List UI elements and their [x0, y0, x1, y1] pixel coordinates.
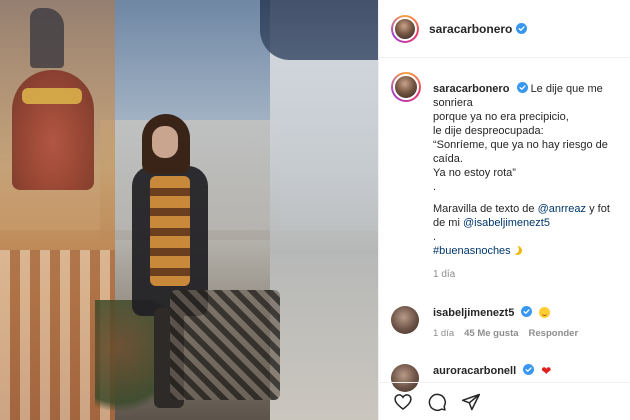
share-icon[interactable] — [461, 392, 481, 412]
caption-username[interactable]: saracarbonero — [433, 83, 509, 95]
comment-likes[interactable]: 45 Me gusta — [464, 328, 518, 339]
caption-line: Ya no estoy rota” — [433, 167, 516, 179]
caption-avatar[interactable] — [391, 72, 421, 102]
post-actions — [379, 382, 630, 420]
comment-meta: 1 día 45 Me gusta Responder — [433, 328, 627, 339]
comment-timestamp[interactable]: 1 día — [433, 328, 454, 339]
caption-line: . — [433, 181, 437, 193]
caption-timestamp[interactable]: 1 día — [433, 268, 627, 282]
verified-badge-icon — [521, 306, 533, 317]
red-heart-emoji: ❤ — [541, 364, 552, 378]
caption-line: “Sonríeme, que ya no hay riesgo de — [433, 139, 608, 151]
verified-badge-icon — [523, 364, 535, 375]
caption-body: saracarbonero Le dije que me sonriera po… — [433, 82, 627, 282]
photo-statue — [30, 8, 64, 68]
reply-button[interactable]: Responder — [529, 328, 579, 339]
post-sidebar: saracarbonero saracarbonero Le dije que … — [378, 0, 630, 420]
caption-line: . — [433, 231, 437, 243]
comment-item: auroracarbonell ❤ — [391, 364, 627, 392]
avatar[interactable] — [391, 306, 419, 334]
crescent-moon-icon — [513, 246, 522, 255]
verified-badge-icon — [516, 23, 528, 34]
comment-icon[interactable] — [427, 392, 447, 412]
heart-icon[interactable] — [393, 392, 413, 412]
caption-line: porque ya no era precipicio, — [433, 111, 569, 123]
post-caption: saracarbonero Le dije que me sonriera po… — [391, 72, 627, 282]
caption-line: sonriera — [433, 97, 473, 109]
comment-username[interactable]: auroracarbonell — [433, 365, 516, 377]
verified-badge-icon — [516, 82, 528, 93]
post-photo[interactable] — [0, 0, 378, 420]
hashtag-link[interactable]: #buenasnoches — [433, 245, 511, 257]
post-username[interactable]: saracarbonero — [429, 22, 512, 36]
photo-reflection-right — [270, 0, 378, 420]
comment-username[interactable]: isabeljimenezt5 — [433, 307, 514, 319]
post-header: saracarbonero — [379, 0, 630, 58]
mention-link[interactable]: @isabeljimenezt5 — [463, 217, 550, 229]
mention-link[interactable]: @anrreaz — [538, 203, 586, 215]
photo-window-frame — [260, 0, 378, 60]
caption-line: le dije despreocupada: — [433, 125, 544, 137]
caption-line: Le dije que me — [530, 83, 603, 95]
photo-chair — [170, 290, 280, 400]
relieved-face-emoji — [539, 307, 551, 318]
photo-dome-ornament — [22, 88, 82, 104]
avatar[interactable] — [391, 14, 419, 43]
caption-line: caída. — [433, 153, 463, 165]
comment-item: isabeljimenezt5 1 día 45 Me gusta Respon… — [391, 306, 627, 339]
